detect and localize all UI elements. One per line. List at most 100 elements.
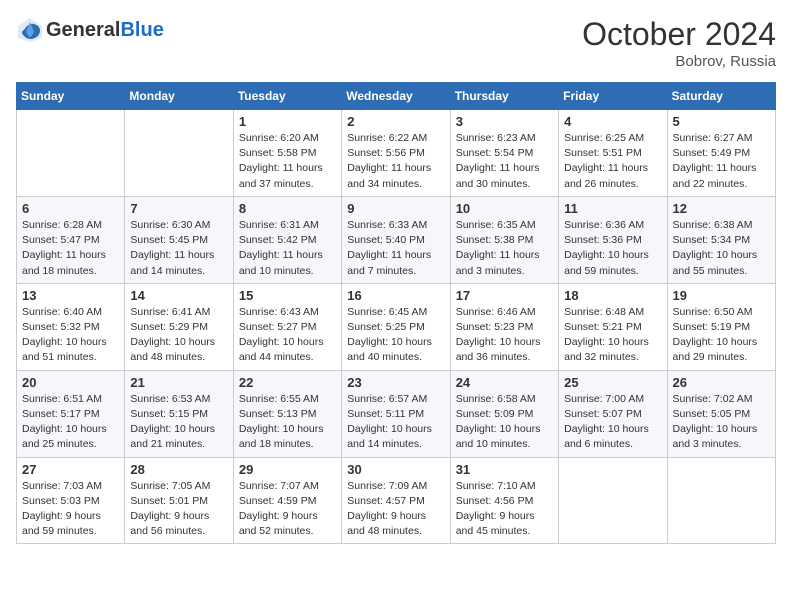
calendar-cell: 18 Sunrise: 6:48 AMSunset: 5:21 PMDayligh… <box>559 283 667 370</box>
day-detail: Sunrise: 7:00 AMSunset: 5:07 PMDaylight:… <box>564 392 661 453</box>
day-detail: Sunrise: 6:55 AMSunset: 5:13 PMDaylight:… <box>239 392 336 453</box>
day-number: 12 <box>673 201 770 216</box>
day-number: 16 <box>347 288 444 303</box>
day-number: 21 <box>130 375 227 390</box>
title-block: October 2024 Bobrov, Russia <box>582 16 776 70</box>
weekday-header-row: SundayMondayTuesdayWednesdayThursdayFrid… <box>17 83 776 110</box>
day-detail: Sunrise: 7:09 AMSunset: 4:57 PMDaylight:… <box>347 479 444 540</box>
day-detail: Sunrise: 7:03 AMSunset: 5:03 PMDaylight:… <box>22 479 119 540</box>
day-number: 30 <box>347 462 444 477</box>
calendar-cell <box>667 457 775 544</box>
calendar-cell <box>17 110 125 197</box>
calendar-cell: 19 Sunrise: 6:50 AMSunset: 5:19 PMDayligh… <box>667 283 775 370</box>
calendar-cell: 8 Sunrise: 6:31 AMSunset: 5:42 PMDaylight… <box>233 196 341 283</box>
day-number: 9 <box>347 201 444 216</box>
day-number: 5 <box>673 114 770 129</box>
day-number: 8 <box>239 201 336 216</box>
calendar-cell: 13Sunrise: 6:40 AMSunset: 5:32 PMDayligh… <box>17 283 125 370</box>
day-number: 13 <box>22 288 119 303</box>
day-number: 11 <box>564 201 661 216</box>
day-detail: Sunrise: 6:36 AMSunset: 5:36 PMDaylight:… <box>564 218 661 279</box>
day-number: 3 <box>456 114 553 129</box>
day-detail: Sunrise: 6:51 AMSunset: 5:17 PMDaylight:… <box>22 392 119 453</box>
day-detail: Sunrise: 6:30 AMSunset: 5:45 PMDaylight:… <box>130 218 227 279</box>
day-detail: Sunrise: 6:48 AMSunset: 5:21 PMDaylight:… <box>564 305 661 366</box>
day-number: 26 <box>673 375 770 390</box>
weekday-header: Friday <box>559 83 667 110</box>
day-number: 19 <box>673 288 770 303</box>
calendar-cell: 17 Sunrise: 6:46 AMSunset: 5:23 PMDayligh… <box>450 283 558 370</box>
day-number: 6 <box>22 201 119 216</box>
day-number: 28 <box>130 462 227 477</box>
location: Bobrov, Russia <box>582 53 776 70</box>
day-detail: Sunrise: 6:28 AMSunset: 5:47 PMDaylight:… <box>22 218 119 279</box>
calendar-cell: 20 Sunrise: 6:51 AMSunset: 5:17 PMDayligh… <box>17 370 125 457</box>
weekday-header: Sunday <box>17 83 125 110</box>
calendar-cell: 21 Sunrise: 6:53 AMSunset: 5:15 PMDayligh… <box>125 370 233 457</box>
calendar-cell: 31 Sunrise: 7:10 AMSunset: 4:56 PMDayligh… <box>450 457 558 544</box>
day-number: 24 <box>456 375 553 390</box>
calendar-cell: 2 Sunrise: 6:22 AMSunset: 5:56 PMDaylight… <box>342 110 450 197</box>
day-detail: Sunrise: 6:45 AMSunset: 5:25 PMDaylight:… <box>347 305 444 366</box>
calendar-cell: 4 Sunrise: 6:25 AMSunset: 5:51 PMDaylight… <box>559 110 667 197</box>
calendar-week-row: 20 Sunrise: 6:51 AMSunset: 5:17 PMDayligh… <box>17 370 776 457</box>
day-detail: Sunrise: 6:57 AMSunset: 5:11 PMDaylight:… <box>347 392 444 453</box>
calendar-table: SundayMondayTuesdayWednesdayThursdayFrid… <box>16 82 776 544</box>
calendar-cell: 9Sunrise: 6:33 AMSunset: 5:40 PMDaylight… <box>342 196 450 283</box>
day-detail: Sunrise: 6:35 AMSunset: 5:38 PMDaylight:… <box>456 218 553 279</box>
day-number: 17 <box>456 288 553 303</box>
calendar-cell: 15 Sunrise: 6:43 AMSunset: 5:27 PMDayligh… <box>233 283 341 370</box>
day-number: 7 <box>130 201 227 216</box>
day-number: 29 <box>239 462 336 477</box>
day-detail: Sunrise: 6:41 AMSunset: 5:29 PMDaylight:… <box>130 305 227 366</box>
day-number: 31 <box>456 462 553 477</box>
day-detail: Sunrise: 6:25 AMSunset: 5:51 PMDaylight:… <box>564 131 661 192</box>
day-number: 10 <box>456 201 553 216</box>
calendar-cell: 11 Sunrise: 6:36 AMSunset: 5:36 PMDayligh… <box>559 196 667 283</box>
day-number: 15 <box>239 288 336 303</box>
day-detail: Sunrise: 6:27 AMSunset: 5:49 PMDaylight:… <box>673 131 770 192</box>
day-detail: Sunrise: 7:05 AMSunset: 5:01 PMDaylight:… <box>130 479 227 540</box>
day-detail: Sunrise: 6:23 AMSunset: 5:54 PMDaylight:… <box>456 131 553 192</box>
day-detail: Sunrise: 7:02 AMSunset: 5:05 PMDaylight:… <box>673 392 770 453</box>
day-number: 4 <box>564 114 661 129</box>
day-detail: Sunrise: 6:46 AMSunset: 5:23 PMDaylight:… <box>456 305 553 366</box>
month-year: October 2024 <box>582 16 776 53</box>
calendar-cell: 25 Sunrise: 7:00 AMSunset: 5:07 PMDayligh… <box>559 370 667 457</box>
day-number: 20 <box>22 375 119 390</box>
weekday-header: Thursday <box>450 83 558 110</box>
logo-icon <box>16 16 44 44</box>
day-number: 14 <box>130 288 227 303</box>
day-detail: Sunrise: 6:43 AMSunset: 5:27 PMDaylight:… <box>239 305 336 366</box>
calendar-cell: 10 Sunrise: 6:35 AMSunset: 5:38 PMDayligh… <box>450 196 558 283</box>
day-number: 22 <box>239 375 336 390</box>
calendar-cell: 26 Sunrise: 7:02 AMSunset: 5:05 PMDayligh… <box>667 370 775 457</box>
day-detail: Sunrise: 6:31 AMSunset: 5:42 PMDaylight:… <box>239 218 336 279</box>
calendar-cell: 28 Sunrise: 7:05 AMSunset: 5:01 PMDayligh… <box>125 457 233 544</box>
day-detail: Sunrise: 6:58 AMSunset: 5:09 PMDaylight:… <box>456 392 553 453</box>
day-detail: Sunrise: 6:50 AMSunset: 5:19 PMDaylight:… <box>673 305 770 366</box>
day-detail: Sunrise: 6:53 AMSunset: 5:15 PMDaylight:… <box>130 392 227 453</box>
calendar-cell: 23 Sunrise: 6:57 AMSunset: 5:11 PMDayligh… <box>342 370 450 457</box>
weekday-header: Tuesday <box>233 83 341 110</box>
calendar-cell: 6 Sunrise: 6:28 AMSunset: 5:47 PMDaylight… <box>17 196 125 283</box>
calendar-week-row: 1Sunrise: 6:20 AMSunset: 5:58 PMDaylight… <box>17 110 776 197</box>
calendar-cell: 29 Sunrise: 7:07 AMSunset: 4:59 PMDayligh… <box>233 457 341 544</box>
calendar-cell: 24 Sunrise: 6:58 AMSunset: 5:09 PMDayligh… <box>450 370 558 457</box>
day-detail: Sunrise: 6:38 AMSunset: 5:34 PMDaylight:… <box>673 218 770 279</box>
calendar-cell: 5 Sunrise: 6:27 AMSunset: 5:49 PMDaylight… <box>667 110 775 197</box>
day-detail: Sunrise: 7:07 AMSunset: 4:59 PMDaylight:… <box>239 479 336 540</box>
day-number: 23 <box>347 375 444 390</box>
calendar-cell <box>559 457 667 544</box>
day-number: 1 <box>239 114 336 129</box>
day-detail: Sunrise: 7:10 AMSunset: 4:56 PMDaylight:… <box>456 479 553 540</box>
day-number: 25 <box>564 375 661 390</box>
day-number: 18 <box>564 288 661 303</box>
calendar-cell: 27Sunrise: 7:03 AMSunset: 5:03 PMDayligh… <box>17 457 125 544</box>
day-detail: Sunrise: 6:22 AMSunset: 5:56 PMDaylight:… <box>347 131 444 192</box>
calendar-cell: 14 Sunrise: 6:41 AMSunset: 5:29 PMDayligh… <box>125 283 233 370</box>
weekday-header: Monday <box>125 83 233 110</box>
day-number: 2 <box>347 114 444 129</box>
weekday-header: Saturday <box>667 83 775 110</box>
calendar-cell: 1Sunrise: 6:20 AMSunset: 5:58 PMDaylight… <box>233 110 341 197</box>
